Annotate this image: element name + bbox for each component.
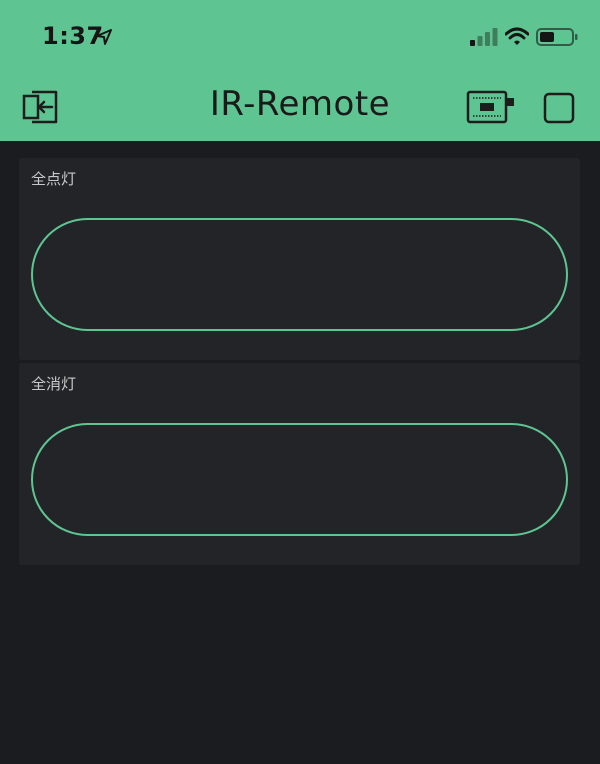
widget-label: 全点灯 (31, 170, 77, 188)
wifi-icon (505, 27, 529, 45)
page-title: IR-Remote (209, 84, 391, 124)
widget-label: 全消灯 (31, 375, 77, 393)
battery-icon (536, 28, 578, 46)
signal-bars-icon (470, 28, 498, 46)
button-widget-all-off: 全消灯 (19, 363, 580, 565)
app-header: 1:37 IR-Remote (0, 0, 600, 141)
stop-square-icon[interactable] (543, 92, 575, 124)
button-widget-all-on: 全点灯 (19, 158, 580, 360)
device-board-icon[interactable] (466, 89, 516, 127)
back-exit-icon[interactable] (20, 86, 62, 128)
all-off-button[interactable] (31, 423, 568, 536)
location-arrow-icon (96, 29, 112, 45)
all-on-button[interactable] (31, 218, 568, 331)
